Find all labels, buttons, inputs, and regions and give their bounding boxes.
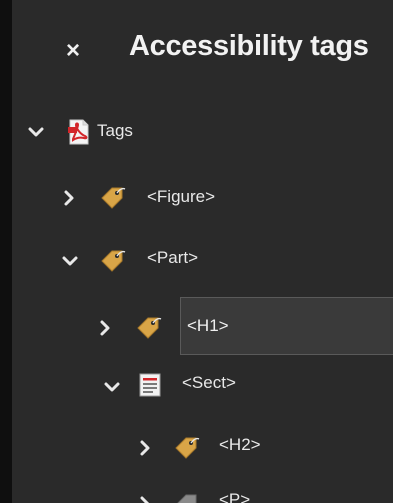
close-button[interactable]: ×	[60, 38, 86, 64]
panel-title: Accessibility tags	[129, 30, 369, 62]
chevron-right-icon[interactable]	[60, 189, 78, 207]
pdf-document-icon	[64, 118, 92, 146]
panel-header: × Accessibility tags	[12, 0, 393, 98]
chevron-down-icon[interactable]	[27, 123, 45, 141]
tag-icon	[98, 247, 126, 275]
tree-item-label: <Figure>	[147, 187, 216, 206]
tree-item-label: <Sect>	[182, 373, 236, 392]
tag-rename-field[interactable]	[180, 297, 393, 355]
tree-item-sect[interactable]: <Sect>	[0, 363, 393, 403]
tag-icon	[172, 434, 200, 462]
tree-item-part[interactable]: <Part>	[0, 238, 393, 278]
chevron-right-icon[interactable]	[136, 439, 154, 457]
accessibility-tags-panel: × Accessibility tags Tags <Figure> <Part…	[0, 0, 393, 503]
tag-icon	[172, 491, 200, 503]
tree-item-label: <H2>	[219, 435, 261, 454]
tree-item-label: <P>	[219, 490, 251, 503]
tree-item-h2[interactable]: <H2>	[0, 424, 393, 464]
tag-icon	[134, 314, 162, 342]
chevron-down-icon[interactable]	[103, 378, 121, 396]
tree-item-label: <Part>	[147, 248, 199, 267]
tree-item-label: Tags	[97, 121, 133, 140]
section-icon	[136, 371, 164, 399]
chevron-down-icon[interactable]	[61, 252, 79, 270]
tag-name-input[interactable]	[187, 314, 377, 338]
tag-icon	[98, 184, 126, 212]
tree-item-h1[interactable]	[0, 305, 180, 345]
tree-item-p[interactable]: <P>	[0, 485, 393, 503]
chevron-right-icon[interactable]	[96, 319, 114, 337]
tree-item-figure[interactable]: <Figure>	[0, 176, 393, 216]
tree-item-tags[interactable]: Tags	[0, 112, 393, 152]
chevron-right-icon[interactable]	[136, 495, 154, 503]
